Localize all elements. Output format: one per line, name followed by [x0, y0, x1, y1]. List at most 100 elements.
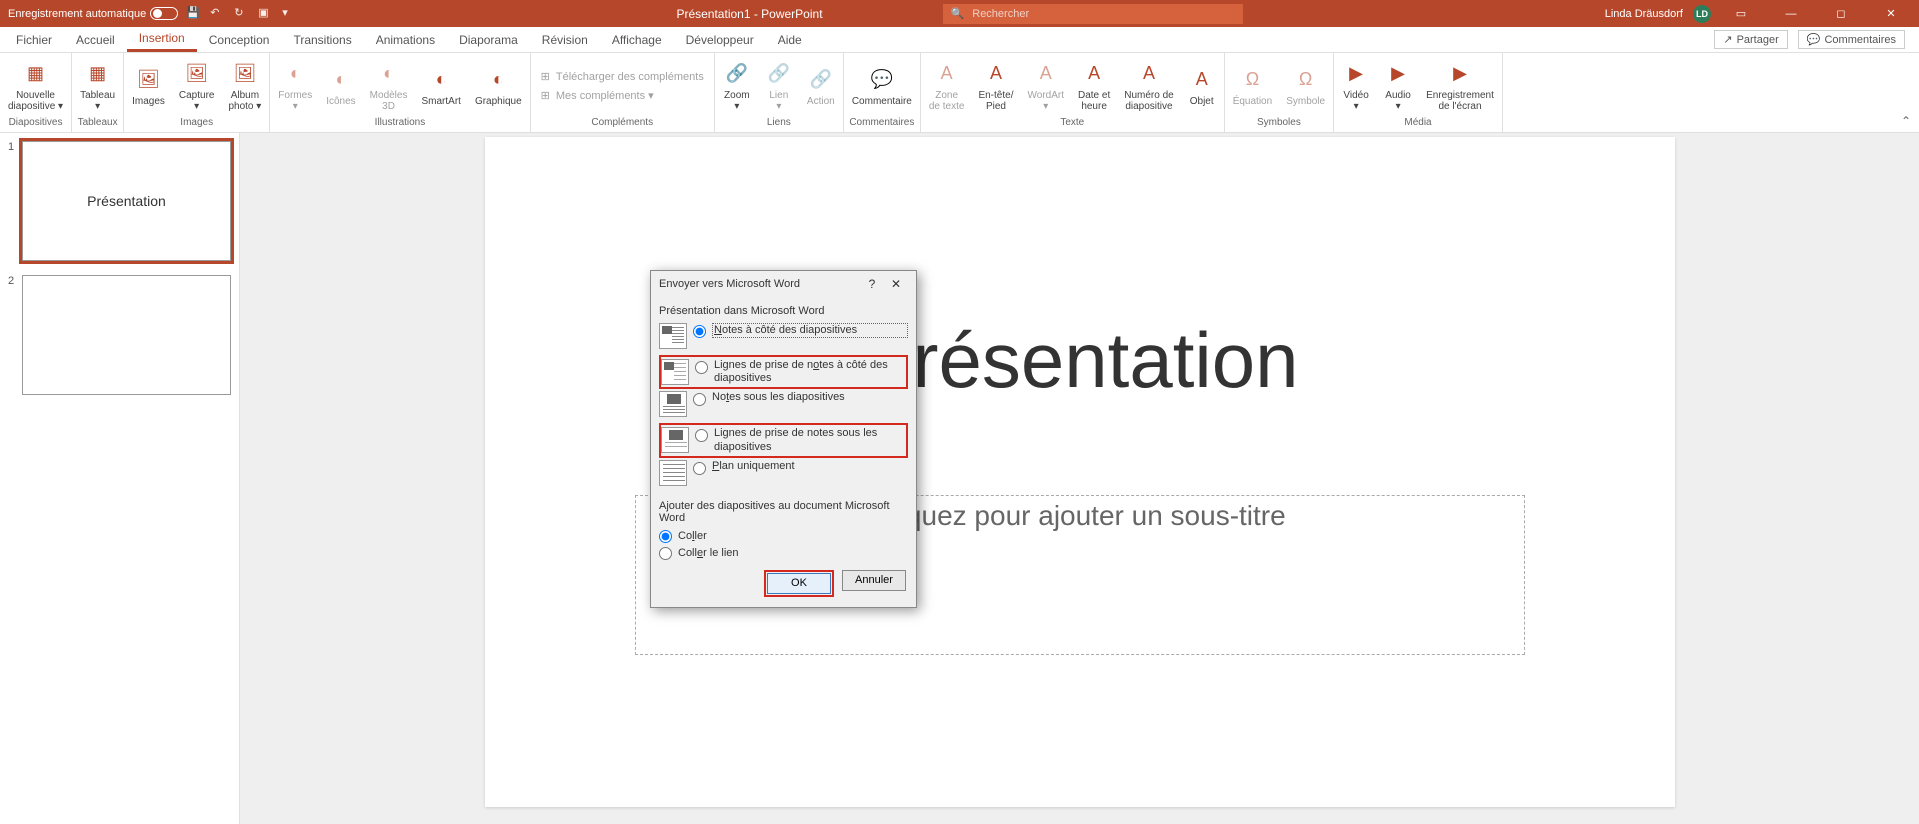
ribbon-btn[interactable]: ▦Tableau▾	[76, 58, 119, 114]
slide-editor[interactable]: Présentation Cliquez pour ajouter un sou…	[240, 133, 1919, 824]
tab-animations[interactable]: Animations	[364, 27, 447, 52]
ribbon: ▦Nouvellediapositive ▾Diapositives▦Table…	[0, 53, 1919, 133]
ribbon-icon: A	[982, 60, 1010, 88]
maximize-icon[interactable]: ◻	[1821, 0, 1861, 27]
tab-révision[interactable]: Révision	[530, 27, 600, 52]
tab-diaporama[interactable]: Diaporama	[447, 27, 530, 52]
group-label: Tableaux	[76, 117, 119, 130]
layout-radio[interactable]	[693, 393, 706, 406]
layout-radio[interactable]	[693, 462, 706, 475]
cancel-button[interactable]: Annuler	[842, 570, 906, 591]
layout-label: Lignes de prise de notes sous les diapos…	[714, 427, 906, 453]
ribbon-group-symboles: ΩÉquationΩSymboleSymboles	[1225, 53, 1334, 132]
share-icon: ↗	[1723, 33, 1732, 46]
close-icon[interactable]: ✕	[1871, 0, 1911, 27]
ribbon-icon: ◐	[281, 60, 309, 88]
ribbon-icon: Ω	[1292, 66, 1320, 94]
dialog-titlebar[interactable]: Envoyer vers Microsoft Word ? ✕	[651, 271, 916, 297]
comments-button[interactable]: 💬 Commentaires	[1798, 30, 1905, 49]
layout-option-0[interactable]: Notes à côté des diapositives	[659, 321, 908, 355]
add-label: Coller	[678, 530, 707, 542]
ribbon-btn[interactable]: ▶Audio▾	[1380, 58, 1416, 114]
ribbon-btn[interactable]: ANuméro dediapositive	[1120, 58, 1177, 114]
ribbon-group-texte: AZonede texteAEn-tête/PiedAWordArt▾ADate…	[921, 53, 1225, 132]
ribbon-btn[interactable]: ▶Enregistrementde l'écran	[1422, 58, 1498, 114]
ribbon-btn[interactable]: 🔗Zoom▾	[719, 58, 755, 114]
ribbon-icon: 🖼	[134, 66, 162, 94]
tab-fichier[interactable]: Fichier	[4, 27, 64, 52]
add-radio[interactable]	[659, 547, 672, 560]
minimize-icon[interactable]: —	[1771, 0, 1811, 27]
ribbon-icon: 🖼	[231, 60, 259, 88]
add-option-1[interactable]: Coller le lien	[659, 545, 908, 562]
undo-icon[interactable]: ↶	[210, 6, 226, 22]
toggle-switch[interactable]	[150, 7, 178, 20]
dialog-title: Envoyer vers Microsoft Word	[659, 278, 860, 290]
user-avatar[interactable]: LD	[1693, 5, 1711, 23]
layout-option-3[interactable]: Lignes de prise de notes sous les diapos…	[659, 423, 908, 457]
ribbon-btn[interactable]: ▦Nouvellediapositive ▾	[4, 58, 67, 114]
layout-option-4[interactable]: Plan uniquement	[659, 458, 908, 492]
add-option-0[interactable]: Coller	[659, 528, 908, 545]
group-label: Illustrations	[274, 117, 525, 130]
slide-panel[interactable]: 1Présentation 2	[0, 133, 240, 824]
ribbon-btn: 🔗Lien▾	[761, 58, 797, 114]
slide-thumb[interactable]: 1Présentation	[8, 141, 231, 261]
add-radio[interactable]	[659, 530, 672, 543]
layout-option-1[interactable]: Lignes de prise de notes à côté des diap…	[659, 355, 908, 389]
tab-développeur[interactable]: Développeur	[674, 27, 766, 52]
ribbon-btn[interactable]: ▶Vidéo▾	[1338, 58, 1374, 114]
ribbon-btn: ΩÉquation	[1229, 64, 1276, 109]
slide-thumb[interactable]: 2	[8, 275, 231, 395]
ribbon-collapse-icon[interactable]: ⌃	[1893, 110, 1919, 132]
dialog-section-add: Ajouter des diapositives au document Mic…	[659, 500, 908, 524]
ribbon-btn[interactable]: AObjet	[1184, 64, 1220, 109]
tab-transitions[interactable]: Transitions	[281, 27, 363, 52]
group-label: Images	[128, 117, 265, 130]
layout-label: Lignes de prise de notes à côté des diap…	[714, 359, 906, 385]
layout-radio[interactable]	[695, 429, 708, 442]
ok-button[interactable]: OK	[767, 573, 831, 594]
user-name[interactable]: Linda Dräusdorf	[1605, 8, 1683, 20]
ribbon-btn: ◐Formes▾	[274, 58, 316, 114]
tab-accueil[interactable]: Accueil	[64, 27, 127, 52]
ribbon-btn[interactable]: 🖼Images	[128, 64, 169, 109]
autosave-label: Enregistrement automatique	[8, 8, 146, 20]
search-placeholder: Rechercher	[972, 8, 1029, 20]
ribbon-display-icon[interactable]: ▭	[1721, 0, 1761, 27]
search-box[interactable]: 🔍 Rechercher	[943, 4, 1243, 24]
ribbon-btn[interactable]: ◐Graphique	[471, 64, 526, 109]
layout-option-2[interactable]: Notes sous les diapositives	[659, 389, 908, 423]
layout-preview-icon	[659, 323, 687, 349]
ribbon-icon: 🔗	[723, 60, 751, 88]
layout-radio[interactable]	[693, 325, 706, 338]
ribbon-btn: 🔗Action	[803, 64, 839, 109]
tab-affichage[interactable]: Affichage	[600, 27, 674, 52]
ribbon-btn[interactable]: ◐SmartArt	[417, 64, 464, 109]
redo-icon[interactable]: ↻	[234, 6, 250, 22]
dialog-close-icon[interactable]: ✕	[884, 277, 908, 291]
ribbon-btn[interactable]: ADate etheure	[1074, 58, 1114, 114]
tab-insertion[interactable]: Insertion	[127, 27, 197, 52]
ribbon-stack-item: ⊞Mes compléments ▾	[541, 89, 704, 102]
app-title: Présentation1 - PowerPoint	[676, 7, 822, 21]
layout-radio[interactable]	[695, 361, 708, 374]
share-button[interactable]: ↗ Partager	[1714, 30, 1787, 49]
help-icon[interactable]: ?	[860, 277, 884, 291]
present-icon[interactable]: ▣	[258, 6, 274, 22]
ribbon-btn[interactable]: 🖼Capture▾	[175, 58, 219, 114]
ribbon-btn[interactable]: AEn-tête/Pied	[974, 58, 1017, 114]
send-to-word-dialog: Envoyer vers Microsoft Word ? ✕ Présenta…	[650, 270, 917, 608]
qat-more-icon[interactable]: ▾	[282, 6, 298, 22]
autosave-toggle[interactable]: Enregistrement automatique	[8, 7, 178, 20]
ribbon-btn[interactable]: 🖼Albumphoto ▾	[224, 58, 265, 114]
ribbon-btn: AWordArt▾	[1023, 58, 1068, 114]
add-label: Coller le lien	[678, 547, 739, 559]
save-icon[interactable]: 💾	[186, 6, 202, 22]
ribbon-btn[interactable]: 💬Commentaire	[848, 64, 916, 109]
group-label: Liens	[719, 117, 839, 130]
tab-aide[interactable]: Aide	[766, 27, 814, 52]
ribbon-icon: A	[933, 60, 961, 88]
ribbon-group-diapositives: ▦Nouvellediapositive ▾Diapositives	[0, 53, 72, 132]
tab-conception[interactable]: Conception	[197, 27, 282, 52]
